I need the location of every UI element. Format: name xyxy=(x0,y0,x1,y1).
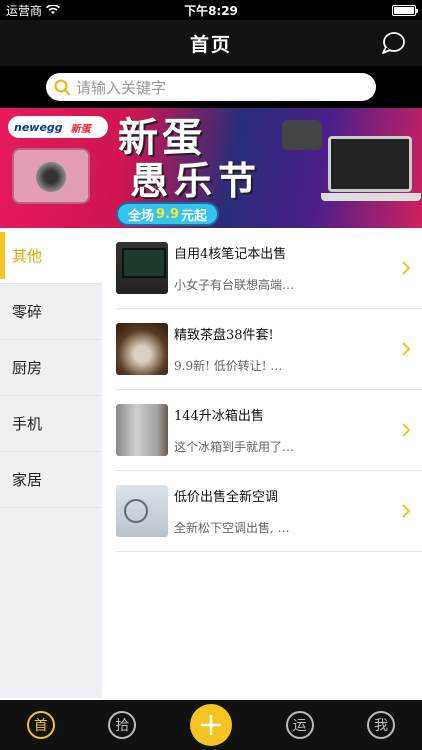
listing-text: 144升冰箱出售 这个冰箱到手就用了… xyxy=(174,405,398,455)
listing-list: 自用4核笔记本出售 小女子有台联想高端… 精致茶盘38件套! 9.9新! 低价转… xyxy=(102,228,422,698)
banner-title: 新蛋 xyxy=(118,114,206,161)
listing-text: 精致茶盘38件套! 9.9新! 低价转让! … xyxy=(174,324,398,374)
battery-fill xyxy=(394,6,414,14)
listing-thumbnail xyxy=(116,323,168,375)
listing-desc: 小女子有台联想高端… xyxy=(174,278,295,292)
search-placeholder: 请输入关键字 xyxy=(76,78,167,97)
main-content: 其他 零碎 厨房 手机 家居 自用4核笔记本出售 小女子有台联想高端… 精致茶盘… xyxy=(0,228,422,698)
status-time: 下午8:29 xyxy=(184,3,238,18)
tab-me[interactable]: 我 xyxy=(367,711,396,739)
chat-icon[interactable] xyxy=(380,31,406,55)
sidebar-item-label: 零碎 xyxy=(12,303,43,321)
tab-transport[interactable]: 运 xyxy=(285,711,314,739)
sidebar-item-home[interactable]: 家居 xyxy=(0,452,102,508)
sidebar-item-misc[interactable]: 零碎 xyxy=(0,284,102,340)
chevron-right-icon xyxy=(398,341,414,357)
chevron-right-icon xyxy=(398,422,414,438)
category-sidebar: 其他 零碎 厨房 手机 家居 xyxy=(0,228,102,698)
listing-desc: 这个冰箱到手就用了… xyxy=(174,440,295,454)
banner-logo: newegg 新蛋 xyxy=(8,116,108,138)
list-item[interactable]: 低价出售全新空调 全新松下空调出售, … xyxy=(116,471,422,552)
ribbon-suffix: 元起 xyxy=(181,208,208,224)
banner-ribbon: 全场 9.9 元起 xyxy=(118,204,218,224)
promo-banner[interactable]: newegg 新蛋 新蛋 愚乐节 全场 9.9 元起 xyxy=(0,108,422,228)
page-title: 首页 xyxy=(189,33,232,56)
sidebar-item-phone[interactable]: 手机 xyxy=(0,396,102,452)
sidebar-item-label: 厨房 xyxy=(12,359,43,377)
tab-pickup[interactable]: 拾 xyxy=(108,711,137,739)
tab-home[interactable]: 首 xyxy=(26,711,55,739)
search-input[interactable]: 请输入关键字 xyxy=(46,73,376,101)
banner-subtitle: 愚乐节 xyxy=(130,158,263,203)
listing-title: 低价出售全新空调 xyxy=(174,490,279,505)
tab-label: 拾 xyxy=(115,718,130,734)
laptop-image xyxy=(321,136,421,201)
sidebar-item-kitchen[interactable]: 厨房 xyxy=(0,340,102,396)
camera-image xyxy=(282,120,322,150)
sidebar-item-label: 手机 xyxy=(12,415,43,433)
add-button[interactable] xyxy=(189,704,232,746)
chevron-right-icon xyxy=(398,503,414,519)
logo-suffix: 新蛋 xyxy=(70,123,91,135)
ribbon-price: 9.9 xyxy=(156,206,180,222)
listing-thumbnail xyxy=(116,242,168,294)
list-item[interactable]: 144升冰箱出售 这个冰箱到手就用了… xyxy=(116,390,422,471)
search-icon xyxy=(54,79,70,95)
listing-thumbnail xyxy=(116,485,168,537)
tab-bar: 首 拾 运 我 xyxy=(0,700,422,750)
tab-label: 我 xyxy=(374,718,389,734)
listing-thumbnail xyxy=(116,404,168,456)
tab-label: 运 xyxy=(292,718,307,734)
listing-text: 低价出售全新空调 全新松下空调出售, … xyxy=(174,486,398,536)
listing-desc: 全新松下空调出售, … xyxy=(174,521,290,535)
listing-desc: 9.9新! 低价转让! … xyxy=(174,359,283,373)
listing-text: 自用4核笔记本出售 小女子有台联想高端… xyxy=(174,243,398,293)
listing-title: 144升冰箱出售 xyxy=(174,409,264,424)
sidebar-item-label: 其他 xyxy=(12,247,43,265)
ribbon-prefix: 全场 xyxy=(128,208,155,224)
camera-image xyxy=(12,148,90,204)
search-bar: 请输入关键字 xyxy=(0,66,422,108)
sidebar-item-label: 家居 xyxy=(12,471,43,489)
listing-title: 精致茶盘38件套! xyxy=(174,328,274,343)
listing-title: 自用4核笔记本出售 xyxy=(174,247,287,262)
tab-label: 首 xyxy=(33,718,48,734)
sidebar-item-other[interactable]: 其他 xyxy=(0,228,102,284)
nav-bar: 首页 xyxy=(0,20,422,66)
list-item[interactable]: 自用4核笔记本出售 小女子有台联想高端… xyxy=(116,228,422,309)
plus-icon xyxy=(200,714,222,736)
list-item[interactable]: 精致茶盘38件套! 9.9新! 低价转让! … xyxy=(116,309,422,390)
battery-icon xyxy=(392,4,418,16)
status-bar: 运营商 下午8:29 xyxy=(0,0,422,20)
logo-brand: newegg xyxy=(14,120,63,134)
chevron-right-icon xyxy=(398,260,414,276)
